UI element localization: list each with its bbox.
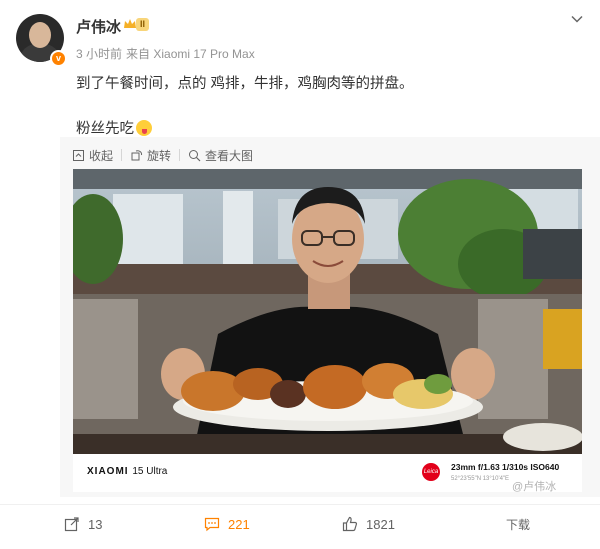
collapse-button[interactable]: 收起 <box>72 147 113 164</box>
repost-icon <box>64 517 79 532</box>
post-text-fans: 粉丝先吃 <box>76 121 134 137</box>
post-photo[interactable] <box>73 169 582 454</box>
rotate-button[interactable]: 旋转 <box>130 147 171 164</box>
tongue-emoji-icon <box>136 120 152 136</box>
photo-illustration <box>73 169 582 454</box>
footer-divider <box>0 504 600 505</box>
download-button[interactable]: 下载 <box>506 516 530 533</box>
post-text: 到了午餐时间，点的 鸡排，牛排，鸡胸肉等的拼盘。 <box>76 76 414 92</box>
repost-button[interactable]: 13 <box>64 516 102 532</box>
collapse-icon <box>73 150 84 161</box>
post-source: 来自 Xiaomi 17 Pro Max <box>126 47 255 61</box>
weibo-post: v 卢伟冰 II 3 小时前 来自 Xiaomi 17 Pro Max 到了午餐时… <box>0 0 600 549</box>
repost-count: 13 <box>88 516 103 532</box>
level-badge: II <box>136 18 150 31</box>
view-large-button[interactable]: 查看大图 <box>188 147 253 164</box>
camera-brand-name: XIAOMI <box>87 466 129 477</box>
photo-exif-bar: XIAOMI 15 Ultra Leica 23mm f/1.63 1/310s… <box>73 454 582 492</box>
collapse-label: 收起 <box>89 149 114 163</box>
comment-button[interactable]: 221 <box>204 516 250 532</box>
toolbar-divider <box>179 149 181 161</box>
post-time[interactable]: 3 小时前 <box>76 47 122 61</box>
verified-badge: v <box>50 50 67 67</box>
username[interactable]: 卢伟冰 <box>76 16 121 37</box>
download-label: 下载 <box>506 518 531 532</box>
watermark: @卢伟冰 <box>512 481 557 493</box>
media-toolbar: 收起 旋转 查看大图 <box>72 147 261 164</box>
post-meta: 3 小时前 来自 Xiaomi 17 Pro Max <box>76 45 255 62</box>
camera-brand: XIAOMI 15 Ultra <box>87 466 167 477</box>
comment-count: 221 <box>228 516 250 532</box>
rotate-icon <box>131 150 143 161</box>
chevron-down-icon[interactable] <box>570 12 584 26</box>
view-large-label: 查看大图 <box>205 149 254 163</box>
exif-gps: 52°23'55"N 13°10'4"E <box>451 476 510 482</box>
zoom-icon <box>189 150 201 162</box>
rotate-label: 旋转 <box>147 149 172 163</box>
post-text-line2: 粉丝先吃 <box>76 117 152 138</box>
exif-params: 23mm f/1.63 1/310s ISO640 <box>451 462 560 472</box>
leica-logo: Leica <box>422 463 440 481</box>
like-button[interactable]: 1821 <box>342 516 395 532</box>
like-count: 1821 <box>366 516 395 532</box>
comment-icon <box>204 517 220 532</box>
camera-model: 15 Ultra <box>132 466 168 477</box>
toolbar-divider <box>121 149 123 161</box>
like-icon <box>342 516 358 532</box>
